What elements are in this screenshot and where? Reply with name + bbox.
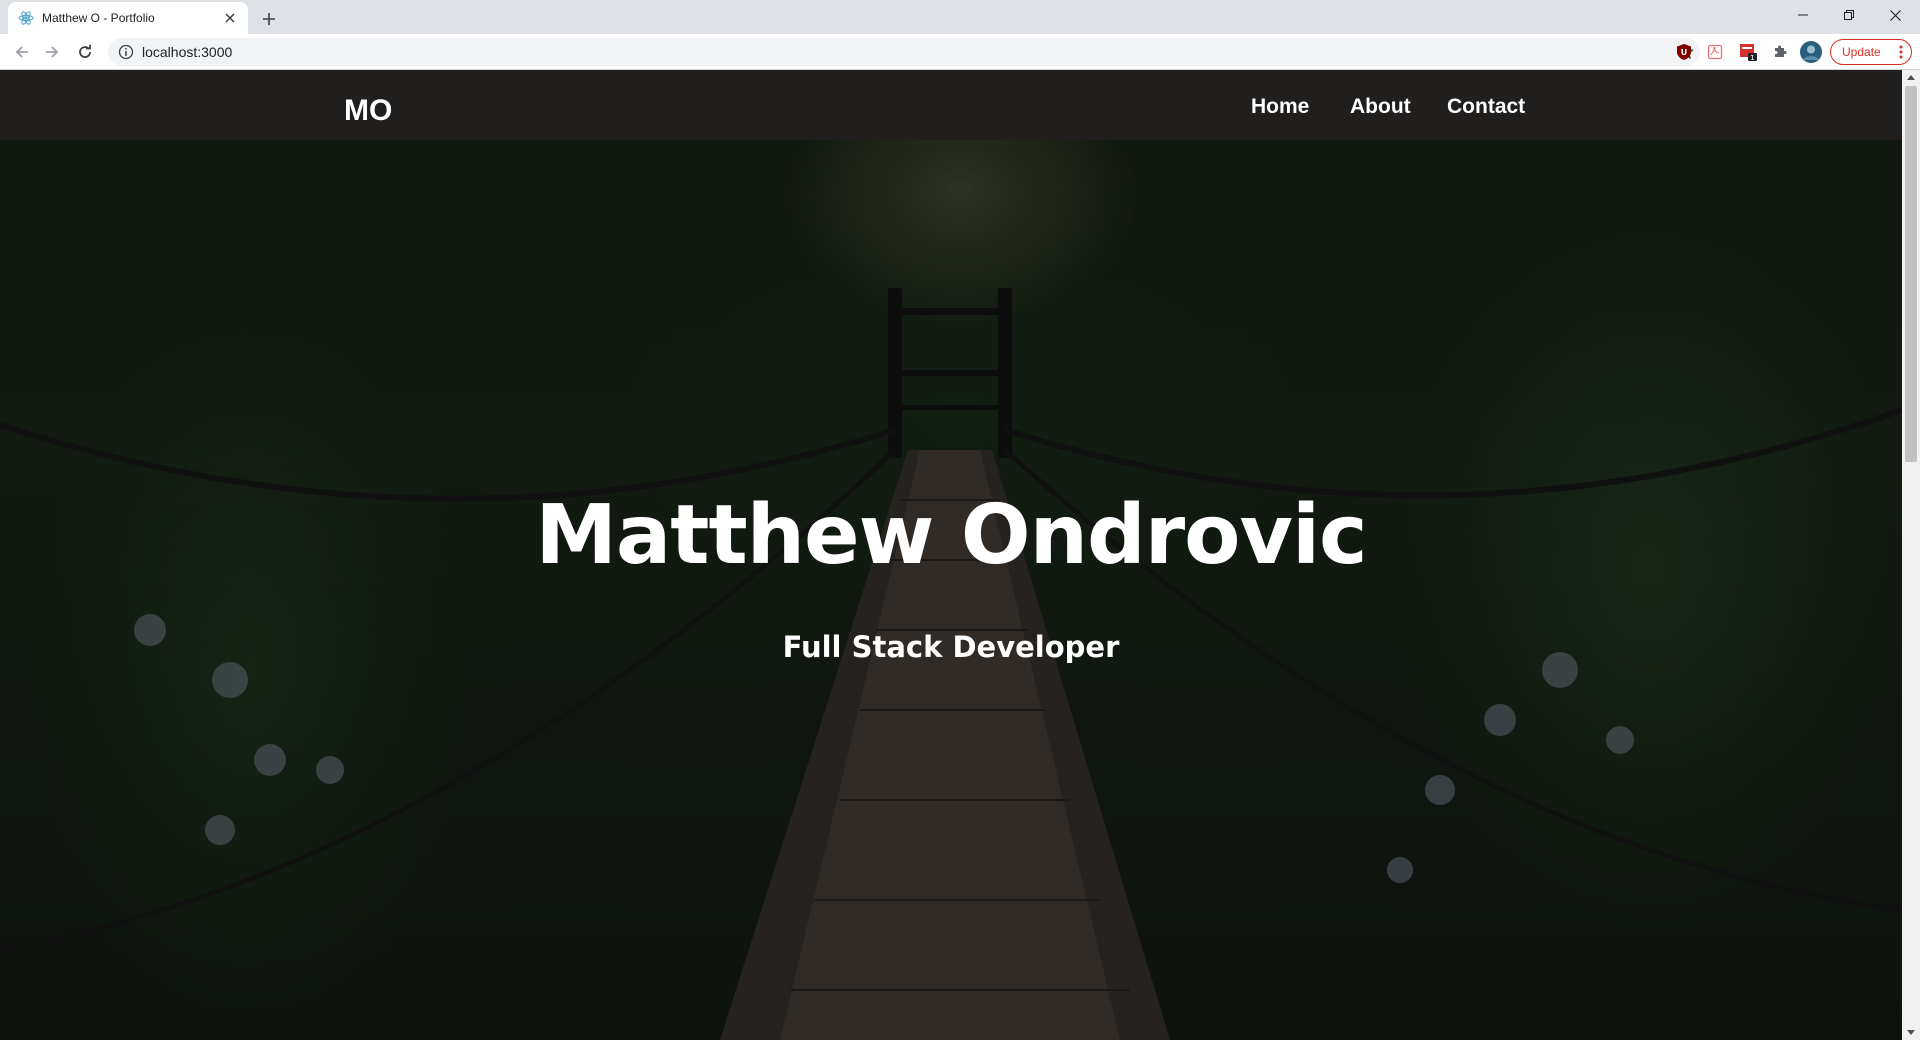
scroll-up-icon[interactable] [1902, 70, 1920, 84]
puzzle-icon[interactable] [1768, 40, 1792, 64]
react-favicon-icon [18, 10, 34, 26]
hero-subtitle: Full Stack Developer [782, 630, 1120, 664]
site-logo[interactable]: MO [344, 94, 392, 128]
scrollbar-thumb[interactable] [1905, 86, 1917, 462]
tab-title: Matthew O - Portfolio [42, 11, 155, 25]
kebab-menu-icon[interactable] [1899, 44, 1903, 60]
update-label: Update [1842, 45, 1881, 59]
back-icon[interactable] [8, 38, 36, 66]
info-icon[interactable] [118, 44, 134, 60]
plus-icon[interactable] [256, 6, 282, 32]
tab-strip: Matthew O - Portfolio [0, 0, 1920, 34]
site-navbar: MO Home About Contact [0, 70, 1902, 140]
update-button[interactable]: Update [1830, 39, 1912, 65]
page-scrollbar[interactable] [1902, 70, 1920, 1040]
nav-link-home[interactable]: Home [1251, 95, 1309, 119]
scroll-down-icon[interactable] [1902, 1026, 1920, 1040]
reload-icon[interactable] [71, 38, 99, 66]
close-icon[interactable] [222, 10, 238, 26]
svg-text:U: U [1681, 48, 1688, 57]
calendar-extension-icon[interactable]: 1 [1736, 40, 1760, 64]
page-viewport: Matthew Ondrovic Full Stack Developer MO… [0, 70, 1920, 1040]
browser-toolbar: localhost:3000 U 1 Update [0, 34, 1920, 70]
ublock-icon[interactable]: U [1672, 40, 1696, 64]
close-window-icon[interactable] [1872, 0, 1918, 30]
nav-link-contact[interactable]: Contact [1447, 95, 1525, 119]
restore-icon[interactable] [1826, 0, 1872, 30]
minimize-icon[interactable] [1780, 0, 1826, 30]
url-text[interactable]: localhost:3000 [142, 44, 1672, 60]
nav-link-about[interactable]: About [1350, 95, 1411, 119]
hero-title: Matthew Ondrovic [535, 488, 1367, 583]
svg-text:1: 1 [1750, 54, 1754, 62]
browser-tab[interactable]: Matthew O - Portfolio [8, 2, 248, 34]
forward-icon[interactable] [38, 38, 66, 66]
hero-section: Matthew Ondrovic Full Stack Developer [0, 70, 1902, 1040]
avatar[interactable] [1799, 40, 1823, 64]
pdf-extension-icon[interactable] [1703, 40, 1727, 64]
address-bar[interactable]: localhost:3000 [108, 38, 1700, 66]
